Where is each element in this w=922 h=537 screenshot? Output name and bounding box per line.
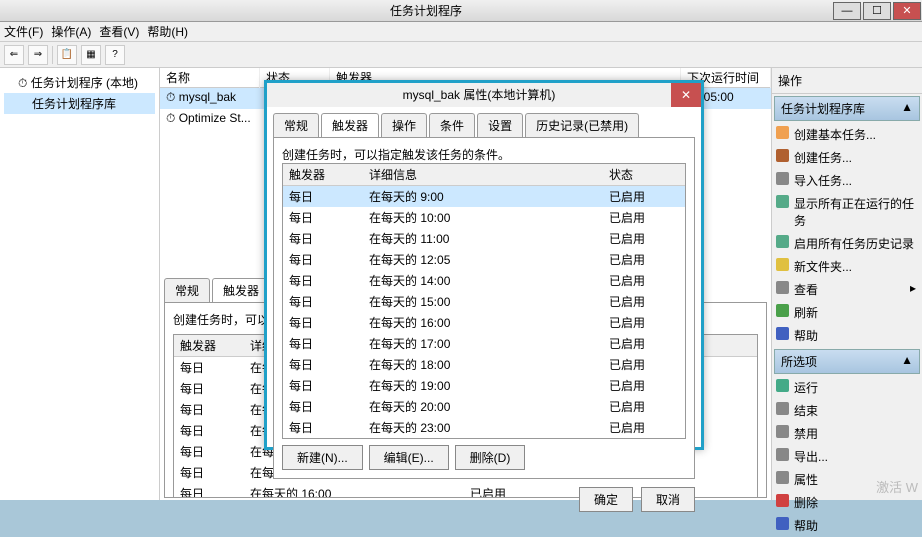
action-icon [776, 402, 789, 415]
trigger-hint: 创建任务时，可以指定触发该任务的条件。 [282, 146, 686, 163]
menubar: 文件(F) 操作(A) 查看(V) 帮助(H) [0, 22, 922, 42]
action-icon [776, 149, 789, 162]
trigger-row[interactable]: 每日在每天的 15:00已启用 [283, 291, 685, 312]
close-button[interactable]: ✕ [893, 2, 921, 20]
action-icon [776, 304, 789, 317]
minimize-button[interactable]: — [833, 2, 861, 20]
dialog-title: mysql_bak 属性(本地计算机) [287, 83, 671, 107]
forward-button[interactable]: ⇒ [28, 45, 48, 65]
actions-pane: 操作 任务计划程序库 ▲ 创建基本任务...创建任务...导入任务...显示所有… [772, 68, 922, 500]
new-trigger-button[interactable]: 新建(N)... [282, 445, 363, 470]
action-item[interactable]: 帮助 [772, 324, 922, 347]
trigger-row[interactable]: 每日在每天的 12:05已启用 [283, 249, 685, 270]
actions-section-library[interactable]: 任务计划程序库 ▲ [774, 96, 920, 121]
collapse-icon: ▲ [901, 353, 913, 367]
action-icon [776, 235, 789, 248]
action-icon [776, 126, 789, 139]
action-item[interactable]: 结束 [772, 399, 922, 422]
trigger-row[interactable]: 每日在每天的 16:00已启用 [283, 312, 685, 333]
trigger-row[interactable]: 每日在每天的 14:00已启用 [283, 270, 685, 291]
trigger-row[interactable]: 每日在每天的 19:00已启用 [283, 375, 685, 396]
properties-dialog: mysql_bak 属性(本地计算机) ✕ 常规 触发器 操作 条件 设置 历史… [264, 80, 704, 450]
action-icon [776, 258, 789, 271]
action-item[interactable]: 帮助 [772, 514, 922, 537]
dlg-tab-actions[interactable]: 操作 [381, 113, 427, 137]
action-icon [776, 379, 789, 392]
col-name[interactable]: 名称 [160, 68, 260, 88]
maximize-button[interactable]: ☐ [863, 2, 891, 20]
dlg-trigger-table: 触发器 详细信息 状态 每日在每天的 9:00已启用每日在每天的 10:00已启… [282, 163, 686, 439]
action-item[interactable]: 查看▸ [772, 278, 922, 301]
action-icon [776, 195, 789, 208]
clock-icon: ⏱ [18, 76, 27, 90]
action-item[interactable]: 显示所有正在运行的任务 [772, 192, 922, 232]
dlg-tab-triggers[interactable]: 触发器 [321, 113, 379, 137]
action-icon [776, 448, 789, 461]
actions-title: 操作 [772, 68, 922, 94]
col-trigger[interactable]: 触发器 [174, 335, 244, 356]
tree-library[interactable]: 任务计划程序库 [4, 93, 155, 114]
collapse-icon: ▲ [901, 100, 913, 114]
edit-trigger-button[interactable]: 编辑(E)... [369, 445, 449, 470]
trigger-row[interactable]: 每日在每天的 20:00已启用 [283, 396, 685, 417]
action-icon [776, 517, 789, 530]
titlebar: 任务计划程序 — ☐ ✕ [0, 0, 922, 22]
action-item[interactable]: 新文件夹... [772, 255, 922, 278]
delete-trigger-button[interactable]: 删除(D) [455, 445, 526, 470]
action-item[interactable]: 刷新 [772, 301, 922, 324]
action-icon [776, 471, 789, 484]
watermark: 激活 W [876, 477, 918, 496]
action-item[interactable]: 运行 [772, 376, 922, 399]
action-icon [776, 172, 789, 185]
menu-action[interactable]: 操作(A) [51, 23, 91, 40]
trigger-row[interactable]: 每日在每天的 18:00已启用 [283, 354, 685, 375]
tab-triggers[interactable]: 触发器 [212, 278, 270, 302]
trigger-row[interactable]: 每日在每天的 17:00已启用 [283, 333, 685, 354]
action-item[interactable]: 创建基本任务... [772, 123, 922, 146]
action-icon [776, 494, 789, 507]
actions-section-selected[interactable]: 所选项 ▲ [774, 349, 920, 374]
back-button[interactable]: ⇐ [4, 45, 24, 65]
dlg-tab-settings[interactable]: 设置 [477, 113, 523, 137]
dlg-tab-general[interactable]: 常规 [273, 113, 319, 137]
action-item[interactable]: 创建任务... [772, 146, 922, 169]
nav-tree: ⏱ 任务计划程序 (本地) 任务计划程序库 [0, 68, 160, 500]
window-title: 任务计划程序 [20, 2, 832, 19]
action-item[interactable]: 导出... [772, 445, 922, 468]
tree-root[interactable]: ⏱ 任务计划程序 (本地) [4, 72, 155, 93]
help-button[interactable]: ? [105, 45, 125, 65]
toolbar: ⇐ ⇒ 📋 ▦ ? [0, 42, 922, 68]
menu-view[interactable]: 查看(V) [99, 23, 139, 40]
col-trigger[interactable]: 触发器 [283, 164, 363, 185]
action-item[interactable]: 导入任务... [772, 169, 922, 192]
action-icon [776, 425, 789, 438]
trigger-row[interactable]: 每日在每天的 9:00已启用 [283, 186, 685, 207]
toolbar-button[interactable]: 📋 [57, 45, 77, 65]
action-icon [776, 327, 789, 340]
tab-general[interactable]: 常规 [164, 278, 210, 302]
menu-file[interactable]: 文件(F) [4, 23, 43, 40]
action-item[interactable]: 禁用 [772, 422, 922, 445]
action-item[interactable]: 启用所有任务历史记录 [772, 232, 922, 255]
trigger-row[interactable]: 每日在每天的 10:00已启用 [283, 207, 685, 228]
dlg-tab-history[interactable]: 历史记录(已禁用) [525, 113, 639, 137]
menu-help[interactable]: 帮助(H) [147, 23, 188, 40]
trigger-row[interactable]: 每日在每天的 23:00已启用 [283, 417, 685, 438]
col-status[interactable]: 状态 [603, 164, 663, 185]
col-detail[interactable]: 详细信息 [363, 164, 603, 185]
action-icon [776, 281, 789, 294]
toolbar-button[interactable]: ▦ [81, 45, 101, 65]
trigger-row[interactable]: 每日在每天的 11:00已启用 [283, 228, 685, 249]
dlg-tab-conditions[interactable]: 条件 [429, 113, 475, 137]
dialog-close-button[interactable]: ✕ [671, 83, 701, 107]
